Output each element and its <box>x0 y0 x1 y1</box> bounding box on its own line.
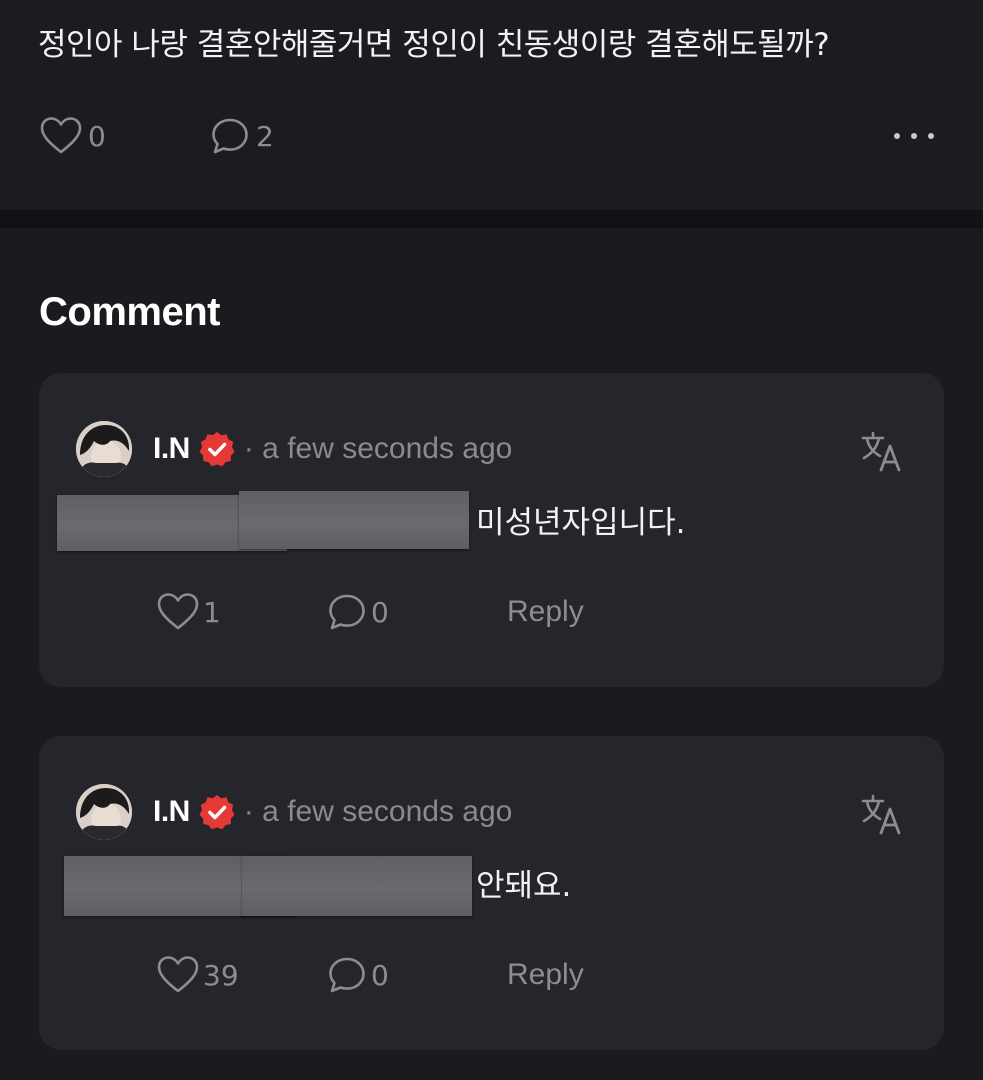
comment-heading: Comment <box>39 290 220 334</box>
translate-icon <box>861 431 901 472</box>
heart-icon <box>157 593 199 630</box>
avatar-image <box>76 784 132 840</box>
comment-section: Comment I.N · a few seconds ago 미성년자입니다.… <box>0 228 983 1080</box>
reply-button[interactable]: Reply <box>507 950 584 1000</box>
heart-icon <box>40 117 82 154</box>
heart-icon <box>157 956 199 993</box>
comment-reply-count: 0 <box>371 595 389 629</box>
comment-timestamp: · a few seconds ago <box>243 432 513 465</box>
comment-author-line: I.N · a few seconds ago <box>153 792 512 832</box>
author-name[interactable]: I.N <box>153 432 190 466</box>
section-divider <box>0 210 983 228</box>
author-name[interactable]: I.N <box>153 795 190 829</box>
comment-bubble-icon <box>329 594 365 630</box>
redacted-text-block <box>57 491 469 553</box>
comment-reply-count-button[interactable]: 0 <box>327 950 389 1000</box>
verified-badge-icon <box>199 794 235 830</box>
comment-bubble-icon <box>212 118 248 154</box>
post-comment-button[interactable]: 2 <box>210 112 274 160</box>
comment-like-count: 39 <box>203 958 239 992</box>
reply-button[interactable]: Reply <box>507 587 584 637</box>
comment-like-count: 1 <box>203 595 221 629</box>
comment-timestamp: · a few seconds ago <box>243 795 513 828</box>
redacted-text-block <box>64 856 472 916</box>
avatar[interactable] <box>76 421 132 477</box>
comment-author-line: I.N · a few seconds ago <box>153 429 512 469</box>
post-comment-count: 2 <box>256 119 274 153</box>
comment-card: I.N · a few seconds ago 미성년자입니다. 1 0 Rep… <box>39 373 944 687</box>
post-actions: 0 2 <box>40 112 945 160</box>
avatar-image <box>76 421 132 477</box>
more-horizontal-icon <box>894 133 934 139</box>
avatar[interactable] <box>76 784 132 840</box>
comment-like-button[interactable]: 39 <box>157 950 239 1000</box>
verified-badge-icon <box>199 431 235 467</box>
translate-button[interactable] <box>860 429 904 473</box>
translate-icon <box>861 794 901 835</box>
comment-text: 안돼요. <box>476 868 572 904</box>
post-card: 정인아 나랑 결혼안해줄거면 정인이 친동생이랑 결혼해도될까? 0 2 <box>0 0 983 210</box>
comment-reply-count: 0 <box>371 958 389 992</box>
comment-bubble-icon <box>329 957 365 993</box>
post-like-count: 0 <box>88 119 106 153</box>
more-options-button[interactable] <box>891 122 937 150</box>
comment-actions: 1 0 Reply <box>157 587 757 637</box>
comment-reply-count-button[interactable]: 0 <box>327 587 389 637</box>
post-like-button[interactable]: 0 <box>40 112 106 160</box>
post-text: 정인아 나랑 결혼안해줄거면 정인이 친동생이랑 결혼해도될까? <box>38 27 830 63</box>
comment-card: I.N · a few seconds ago 안돼요. 39 0 Reply <box>39 736 944 1050</box>
comment-like-button[interactable]: 1 <box>157 587 221 637</box>
comment-actions: 39 0 Reply <box>157 950 757 1000</box>
translate-button[interactable] <box>860 792 904 836</box>
comment-text: 미성년자입니다. <box>476 505 686 541</box>
